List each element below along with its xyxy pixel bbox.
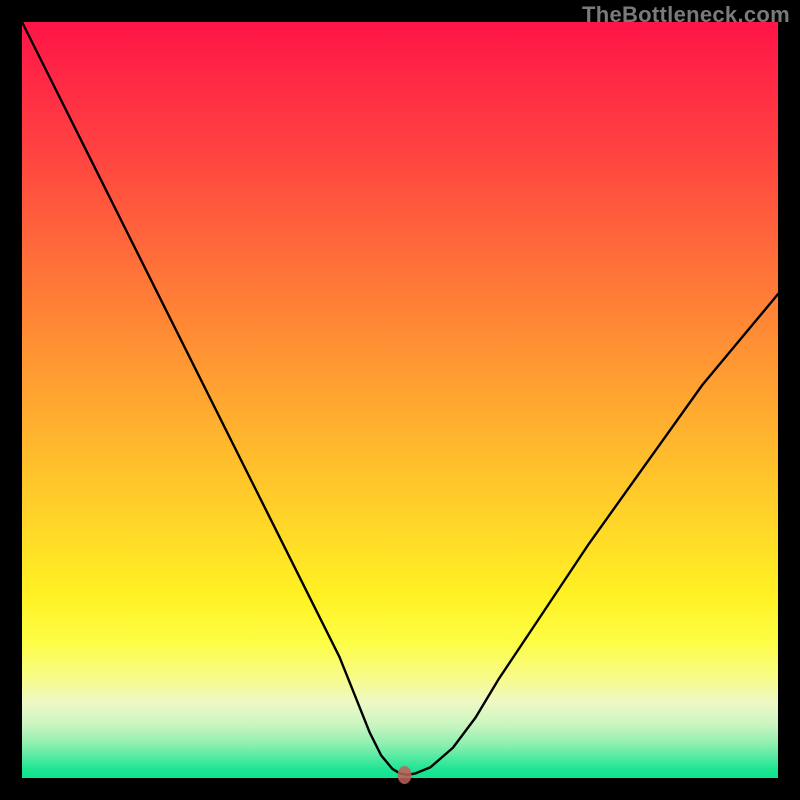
bottleneck-curve	[22, 22, 778, 778]
plot-area	[22, 22, 778, 778]
optimum-marker	[398, 766, 412, 784]
curve-line	[22, 22, 778, 775]
chart-frame: TheBottleneck.com	[0, 0, 800, 800]
